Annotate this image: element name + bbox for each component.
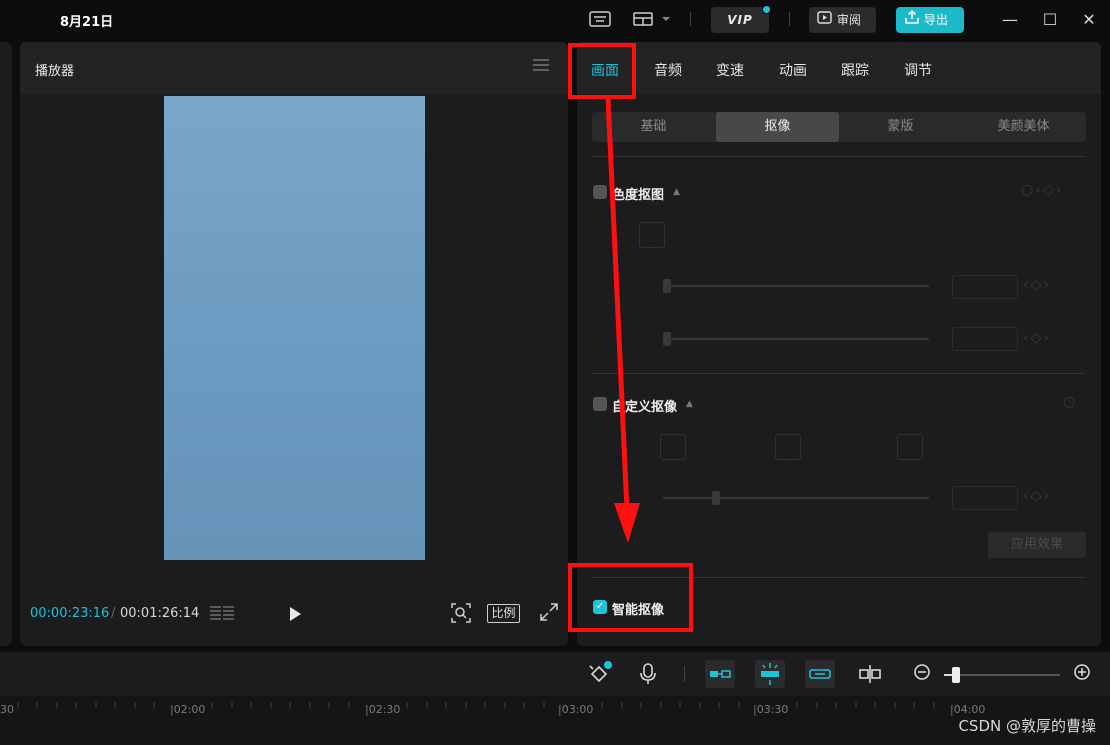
brush-size-value-box: [952, 486, 1018, 510]
keyframe-nav-icon: ○‹◇›: [1021, 182, 1064, 198]
tab-speed[interactable]: 变速: [716, 60, 744, 80]
review-label: 审阅: [836, 13, 861, 27]
zoom-in-icon[interactable]: [1068, 662, 1096, 686]
fullscreen-icon[interactable]: [537, 602, 561, 624]
brush-icon: [660, 434, 686, 460]
custom-key-controls: ○ ‹◇›: [577, 382, 1101, 522]
player-panel: 播放器 00:00:23:16 / 00:01:26:14 比例: [20, 42, 568, 646]
tab-audio[interactable]: 音频: [654, 60, 682, 80]
inspector-tabs: 画面 音频 变速 动画 跟踪 调节: [577, 42, 1101, 94]
clear-icon: [897, 434, 923, 460]
divider: [592, 373, 1086, 374]
zoom-slider-knob[interactable]: [952, 667, 960, 683]
shadow-slider: [667, 338, 929, 340]
ruler-label: |02:00: [170, 703, 206, 716]
intensity-value-box: [952, 275, 1018, 299]
subtab-mask[interactable]: 蒙版: [839, 112, 962, 142]
close-button[interactable]: ✕: [1079, 9, 1099, 31]
annotation-box-picture-tab: [568, 43, 636, 99]
layout-icon[interactable]: [632, 10, 672, 30]
ruler-label: |03:30: [753, 703, 789, 716]
subtab-basic[interactable]: 基础: [592, 112, 715, 142]
notification-dot: [762, 5, 771, 14]
ratio-button[interactable]: 比例: [487, 604, 520, 623]
time-separator: /: [111, 606, 116, 621]
export-button[interactable]: 导出: [896, 7, 964, 33]
inspector-panel: 画面 音频 变速 动画 跟踪 调节 基础 抠像 蒙版 美颜美体 色度抠图 ▲ ○…: [577, 42, 1101, 646]
main-track-magnet-button[interactable]: [705, 660, 735, 688]
keyframe-nav-icon: ‹◇›: [1023, 277, 1051, 293]
current-time: 00:00:23:16: [30, 606, 110, 621]
ruler-ticks: [17, 702, 935, 708]
timeline-ruler[interactable]: 30 |02:00 |02:30 |03:00 |03:30 |04:00: [0, 696, 1110, 745]
microphone-icon[interactable]: [634, 662, 662, 686]
brush-size-slider: [663, 497, 929, 499]
menu-icon[interactable]: [532, 56, 550, 77]
review-icon: [817, 8, 833, 34]
shadow-value-box: [952, 327, 1018, 351]
split-icon[interactable]: [856, 662, 884, 686]
chroma-key-controls: ○‹◇› ‹◇› ‹◇›: [577, 172, 1101, 352]
media-panel-edge: [0, 42, 12, 646]
divider: [592, 156, 1086, 157]
minimize-button[interactable]: —: [1000, 9, 1020, 31]
zoom-slider[interactable]: [944, 674, 1060, 676]
keyframe-nav-icon: ‹◇›: [1023, 488, 1051, 504]
color-picker-icon: [639, 222, 665, 248]
brush-size-knob: [712, 491, 720, 505]
reset-icon: ○: [1063, 394, 1078, 410]
waveform-grid-icon[interactable]: [209, 605, 237, 623]
watermark: CSDN @敦厚的曹操: [958, 717, 1096, 735]
subtab-bar: 基础 抠像 蒙版 美颜美体: [592, 112, 1086, 142]
magic-icon[interactable]: [585, 661, 613, 686]
play-icon[interactable]: [285, 604, 305, 624]
vip-button[interactable]: VIP: [711, 5, 771, 33]
ruler-label: |03:00: [558, 703, 594, 716]
preview-canvas[interactable]: [164, 96, 425, 560]
project-title: 8月21日: [60, 15, 114, 30]
keyboard-shortcut-icon[interactable]: [588, 10, 612, 30]
ruler-label: |02:30: [365, 703, 401, 716]
tab-adjust[interactable]: 调节: [904, 60, 932, 80]
timeline-toolbar: [0, 652, 1110, 696]
total-time: 00:01:26:14: [120, 606, 200, 621]
tab-tracking[interactable]: 跟踪: [841, 60, 869, 80]
intensity-slider: [667, 285, 929, 287]
notification-dot: [604, 661, 612, 669]
divider: [684, 666, 685, 682]
subtab-cutout[interactable]: 抠像: [716, 112, 839, 142]
eraser-icon: [775, 434, 801, 460]
zoom-fit-icon[interactable]: [449, 602, 473, 624]
keyframe-nav-icon: ‹◇›: [1023, 330, 1051, 346]
annotation-box-smart-cutout: [568, 563, 693, 632]
auto-snap-button[interactable]: [755, 660, 785, 688]
player-title: 播放器: [35, 64, 75, 79]
apply-effect-button[interactable]: 应用效果: [988, 532, 1086, 558]
link-clips-button[interactable]: [805, 660, 835, 688]
divider: [690, 12, 691, 26]
upload-icon: [904, 8, 920, 34]
subtab-beauty[interactable]: 美颜美体: [962, 112, 1085, 142]
vip-label: VIP: [727, 13, 753, 27]
tab-animation[interactable]: 动画: [779, 60, 807, 80]
ruler-label: 30: [0, 703, 14, 716]
zoom-out-icon[interactable]: [908, 662, 936, 686]
player-header: 播放器: [20, 42, 568, 94]
maximize-button[interactable]: ☐: [1040, 9, 1060, 31]
export-label: 导出: [923, 13, 948, 27]
divider: [789, 12, 790, 26]
review-button[interactable]: 审阅: [809, 7, 876, 33]
title-bar: 8月21日 VIP 审阅 导出 — ☐ ✕: [0, 0, 1110, 40]
